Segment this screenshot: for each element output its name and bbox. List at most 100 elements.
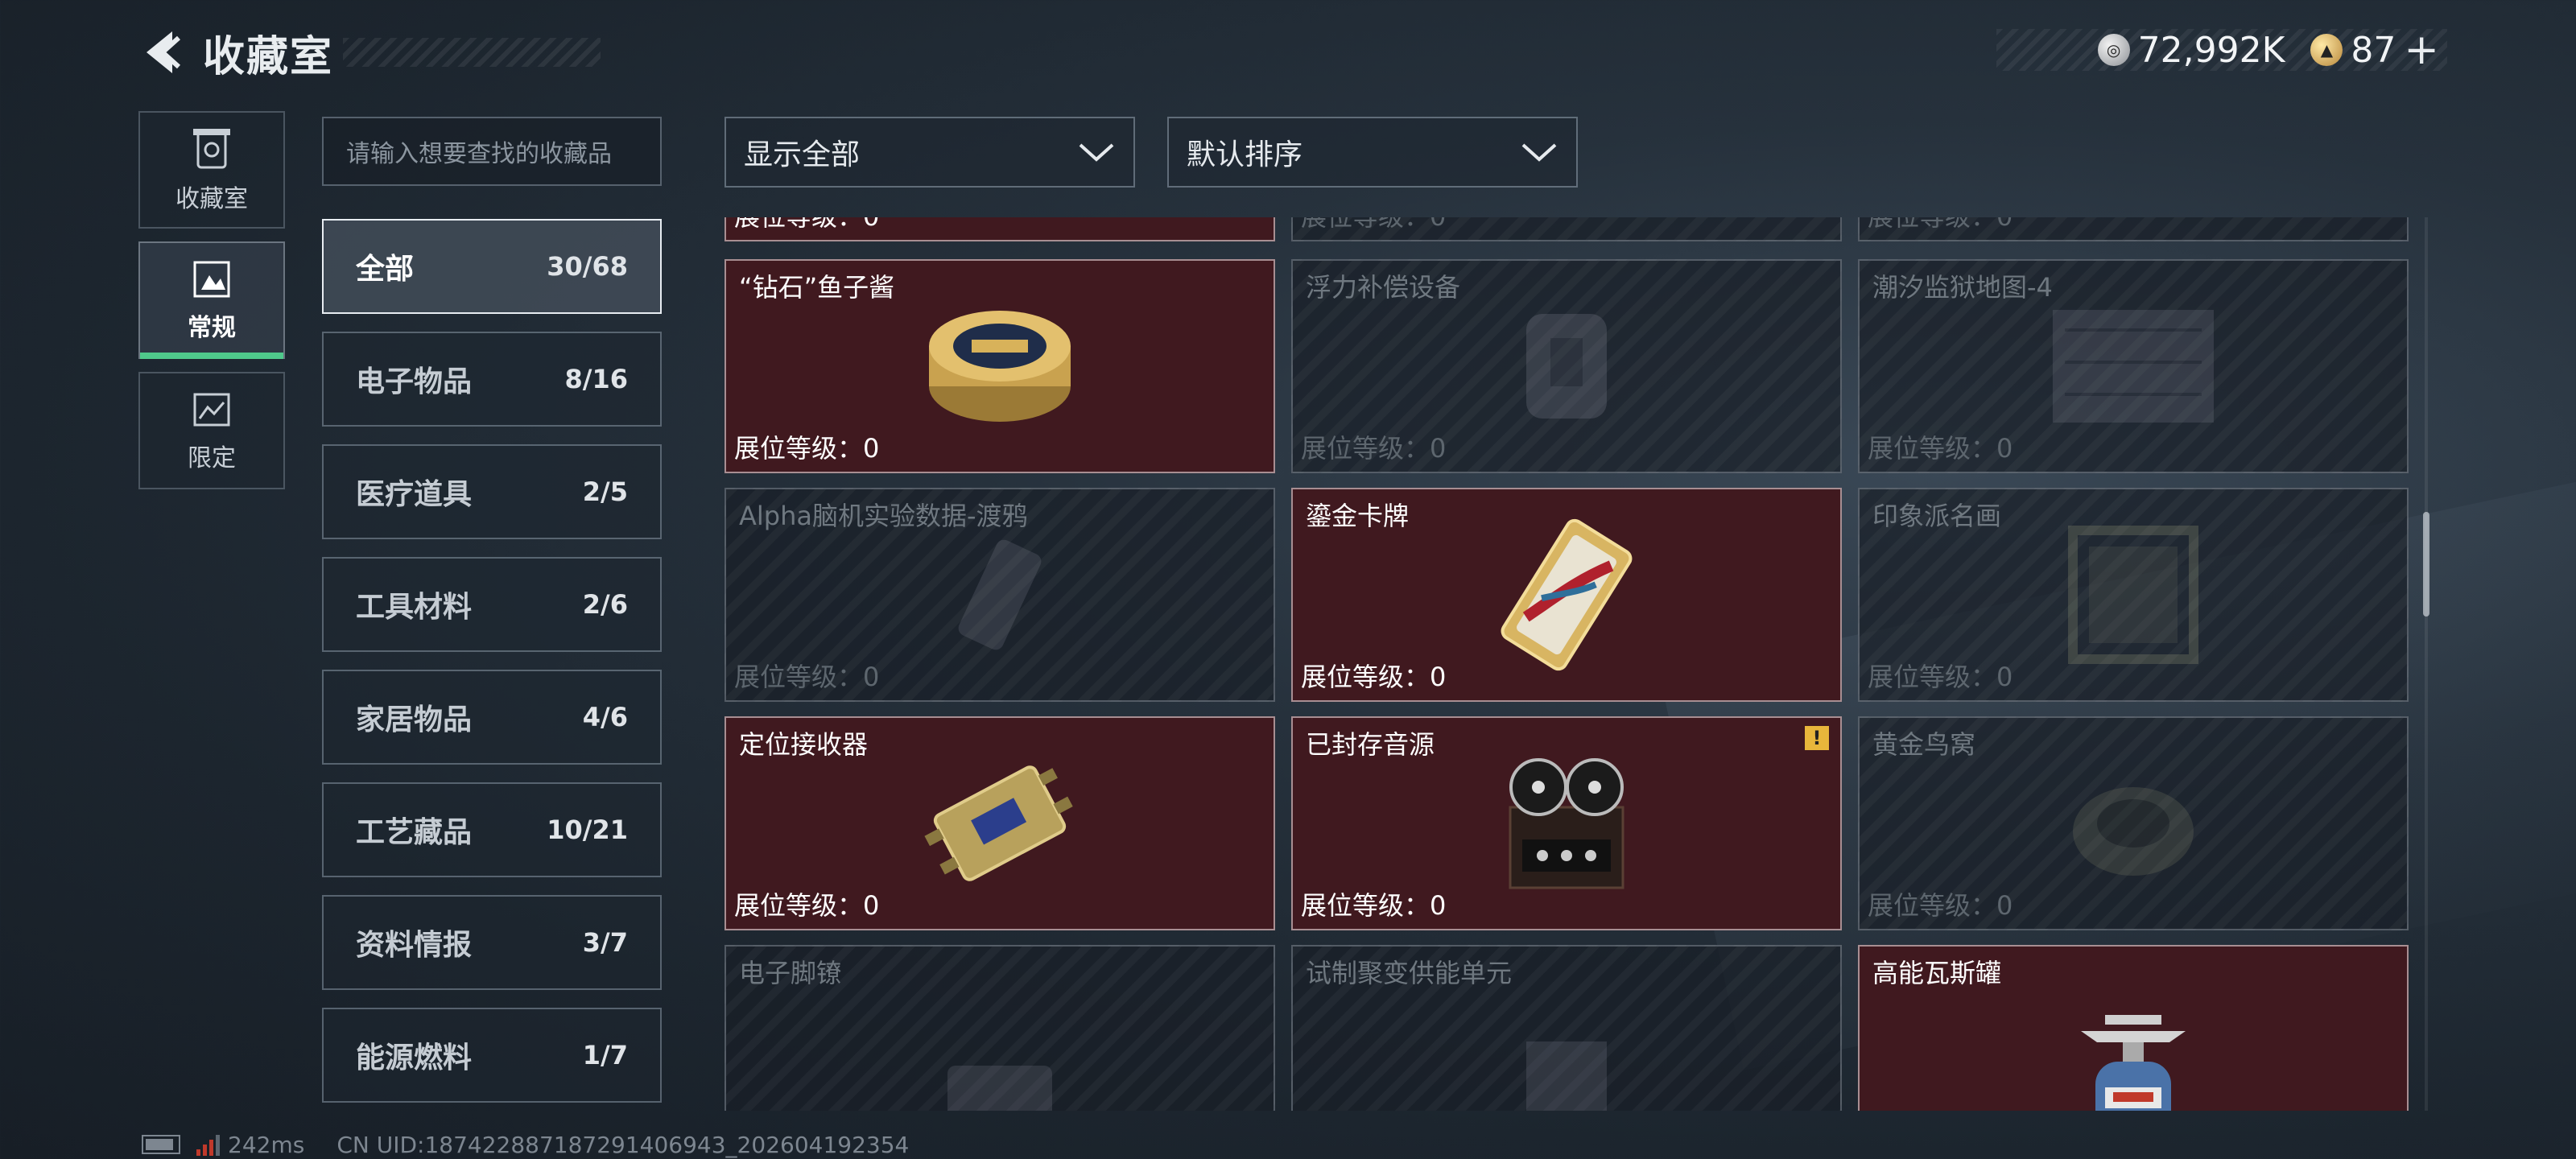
card-name: 印象派名画 [1872, 501, 2002, 531]
card-level: 展位等级：0 [734, 217, 879, 233]
category-count: 3/7 [582, 927, 628, 958]
regular-icon [193, 261, 230, 298]
card-level: 展位等级：0 [1868, 890, 2013, 921]
category-all[interactable]: 全部 30/68 [322, 219, 662, 314]
card-name: “钻石”鱼子酱 [739, 272, 895, 303]
card-level: 展位等级：0 [1301, 433, 1447, 464]
collection-card[interactable]: 电子脚镣 [724, 945, 1275, 1111]
warning-icon: ! [1805, 726, 1829, 750]
signal-icon [196, 1133, 220, 1156]
mode-tab-label: 限定 [188, 444, 236, 472]
collection-card[interactable]: 浮力补偿设备 展位等级：0 [1291, 259, 1842, 473]
filter-dropdown[interactable]: 显示全部 [724, 117, 1135, 188]
card-name: 已封存音源 [1306, 729, 1435, 760]
map-icon [2053, 310, 2214, 423]
mode-tab-label: 常规 [188, 314, 236, 342]
category-intel[interactable]: 资料情报 3/7 [322, 895, 662, 990]
mode-tab-vault[interactable]: 收藏室 [138, 111, 285, 229]
sort-value: 默认排序 [1187, 138, 1303, 171]
collection-card[interactable]: 鎏金卡牌 展位等级：0 [1291, 488, 1842, 702]
category-crafts[interactable]: 工艺藏品 10/21 [322, 782, 662, 877]
collection-card[interactable]: 定位接收器 展位等级：0 [724, 716, 1275, 930]
nest-icon [2073, 787, 2194, 876]
card-name: 定位接收器 [739, 729, 869, 760]
category-household[interactable]: 家居物品 4/6 [322, 670, 662, 765]
gas-canister-icon [2081, 1015, 2186, 1111]
limited-icon [193, 393, 230, 427]
category-name: 全部 [356, 253, 415, 286]
filter-value: 显示全部 [744, 138, 861, 171]
add-currency-button[interactable]: + [2404, 26, 2439, 74]
card-name: 电子脚镣 [739, 958, 843, 988]
back-arrow-icon [147, 31, 181, 73]
card-level: 展位等级：0 [1868, 217, 2013, 233]
mode-tab-label: 收藏室 [175, 185, 248, 213]
category-count: 2/5 [582, 476, 628, 507]
gold-card-icon [1501, 518, 1633, 671]
ankle-monitor-icon [947, 1066, 1052, 1111]
category-count: 8/16 [564, 364, 628, 394]
sort-dropdown[interactable]: 默认排序 [1167, 117, 1578, 188]
ping-value: 242ms [228, 1131, 305, 1158]
silver-balance: 72,992K [2137, 29, 2285, 71]
card-level: 展位等级：0 [1868, 433, 2013, 464]
card-level: 展位等级：0 [1301, 890, 1447, 921]
category-count: 2/6 [582, 589, 628, 620]
status-footer: 242ms CN UID:187422887187291406943_20260… [142, 1130, 909, 1159]
category-name: 电子物品 [356, 365, 473, 398]
collection-card[interactable]: 展位等级：0 [724, 217, 1275, 241]
chevron-down-icon [1521, 143, 1557, 162]
collection-card[interactable]: 黄金鸟窝 展位等级：0 [1858, 716, 2409, 930]
bcd-icon [1526, 314, 1607, 419]
gold-balance: 87 [2351, 29, 2396, 71]
card-name: 鎏金卡牌 [1306, 501, 1410, 531]
category-count: 1/7 [582, 1040, 628, 1070]
collection-card[interactable]: Alpha脑机实验数据-渡鸦 展位等级：0 [724, 488, 1275, 702]
grid-scrollbar-track[interactable] [2425, 217, 2428, 1111]
collection-card[interactable]: 展位等级：0 [1858, 217, 2409, 241]
card-level: 展位等级：0 [734, 890, 880, 921]
collection-card[interactable]: “钻石”鱼子酱 展位等级：0 [724, 259, 1275, 473]
category-name: 家居物品 [356, 703, 473, 736]
collection-card[interactable]: 印象派名画 展位等级：0 [1858, 488, 2409, 702]
uid-text: CN UID:187422887187291406943_20260419235… [336, 1131, 910, 1158]
card-level: 展位等级：0 [734, 662, 880, 692]
collection-card[interactable]: 潮汐监狱地图-4 展位等级：0 [1858, 259, 2409, 473]
card-level: 展位等级：0 [1868, 662, 2013, 692]
collection-card[interactable]: 展位等级：0 [1291, 217, 1842, 241]
silver-coin-icon: ◎ [2097, 34, 2130, 66]
header: 收藏室 [137, 24, 601, 81]
grid-scrollbar-thumb[interactable] [2423, 512, 2429, 617]
category-count: 4/6 [582, 702, 628, 732]
page-title: 收藏室 [203, 32, 334, 81]
mode-tab-regular[interactable]: 常规 [138, 241, 285, 359]
chevron-down-icon [1079, 143, 1114, 162]
card-name: 潮汐监狱地图-4 [1872, 272, 2053, 303]
category-name: 能源燃料 [356, 1041, 473, 1074]
collection-card[interactable]: 高能瓦斯罐 [1858, 945, 2409, 1111]
data-icon [958, 539, 1042, 650]
category-name: 工具材料 [356, 591, 473, 624]
category-medical[interactable]: 医疗道具 2/5 [322, 444, 662, 539]
category-tools[interactable]: 工具材料 2/6 [322, 557, 662, 652]
fusion-unit-icon [1526, 1041, 1607, 1111]
category-name: 医疗道具 [356, 478, 473, 511]
title-decoration [343, 38, 601, 67]
category-electronics[interactable]: 电子物品 8/16 [322, 332, 662, 427]
category-count: 10/21 [547, 815, 628, 845]
card-name: 高能瓦斯罐 [1872, 958, 2002, 988]
search-input[interactable]: 请输入想要查找的收藏品 [322, 117, 662, 186]
card-level: 展位等级：0 [1301, 217, 1446, 233]
card-name: 试制聚变供能单元 [1306, 958, 1513, 988]
mode-tab-limited[interactable]: 限定 [138, 372, 285, 489]
collection-grid[interactable]: 展位等级：0 展位等级：0 展位等级：0 “钻石”鱼子酱 展位等级：0 浮力补偿… [723, 217, 2421, 1111]
reel-recorder-icon [1509, 758, 1624, 889]
category-count: 30/68 [547, 251, 628, 282]
collection-card[interactable]: 已封存音源 ! 展位等级：0 [1291, 716, 1842, 930]
back-button[interactable] [137, 27, 188, 78]
currency-bar: ◎ 72,992K ▲ 87 + [1996, 26, 2447, 74]
gold-coin-icon: ▲ [2310, 34, 2343, 66]
collection-card[interactable]: 试制聚变供能单元 [1291, 945, 1842, 1111]
category-energy[interactable]: 能源燃料 1/7 [322, 1008, 662, 1103]
battery-icon [142, 1135, 180, 1154]
